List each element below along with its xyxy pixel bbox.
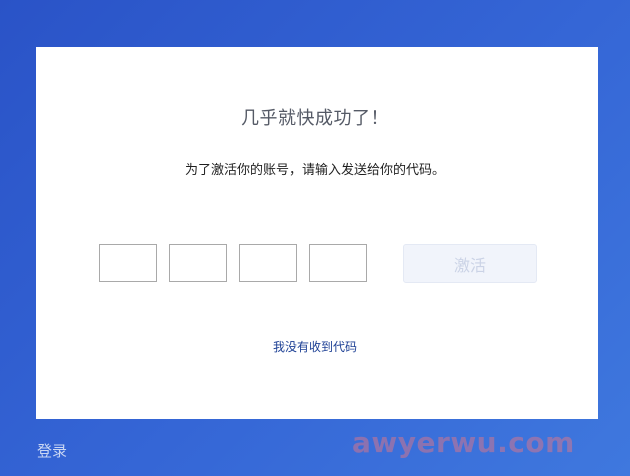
activation-panel — [36, 47, 598, 419]
code-input-3[interactable] — [239, 244, 297, 282]
code-input-2[interactable] — [169, 244, 227, 282]
login-link[interactable]: 登录 — [37, 440, 67, 461]
watermark: awyerwu.com — [352, 426, 575, 459]
code-input-4[interactable] — [309, 244, 367, 282]
instruction-text: 为了激活你的账号，请输入发送给你的代码。 — [184, 163, 445, 178]
resend-code-link[interactable]: 我没有收到代码 — [0, 338, 630, 355]
code-input-1[interactable] — [99, 244, 157, 282]
page-title: 几乎就快成功了！ — [241, 108, 389, 129]
activate-button[interactable]: 激活 — [403, 244, 537, 283]
